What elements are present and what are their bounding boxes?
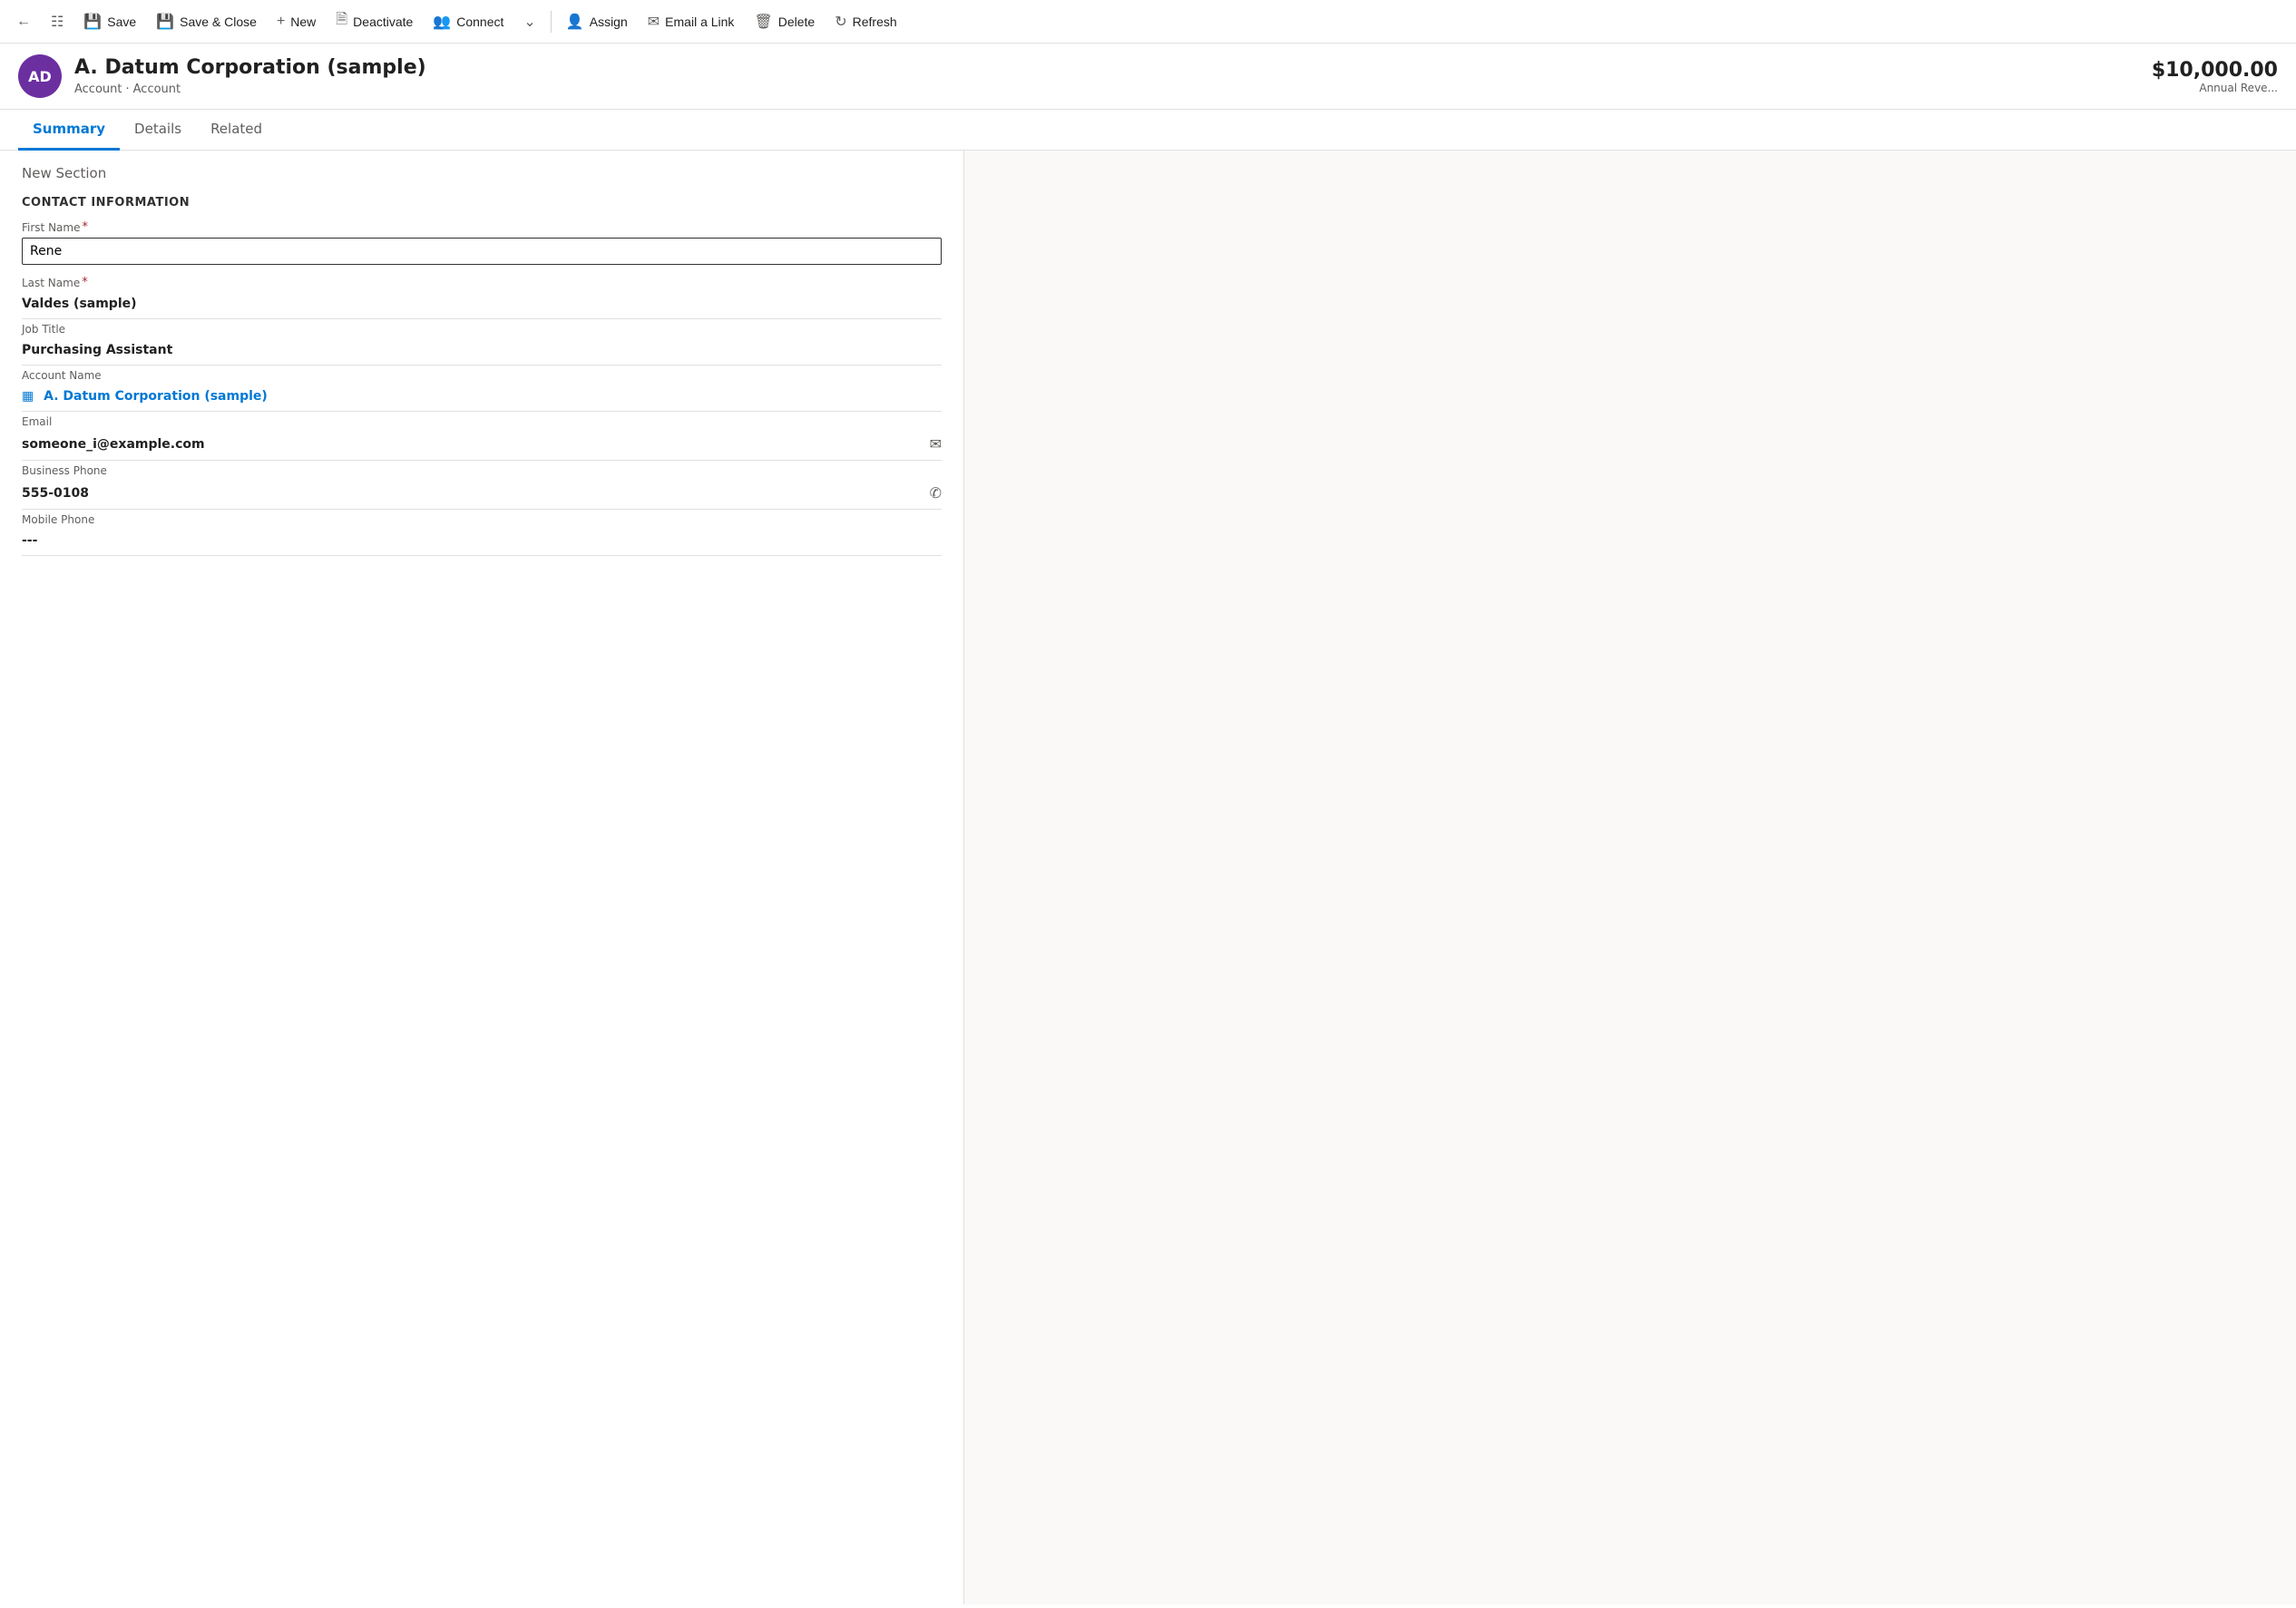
- save-label: Save: [107, 15, 136, 29]
- account-name-value[interactable]: ▦ A. Datum Corporation (sample): [22, 385, 942, 412]
- email-field: Email someone_i@example.com ✉: [0, 415, 963, 461]
- tabs-bar: Summary Details Related: [0, 110, 2296, 151]
- nav-icon-button[interactable]: ☷: [42, 7, 73, 36]
- first-name-input[interactable]: [22, 238, 942, 265]
- assign-icon: 👤: [566, 13, 584, 31]
- record-header-left: AD A. Datum Corporation (sample) Account…: [18, 54, 426, 98]
- account-link-icon: ▦: [22, 389, 34, 404]
- toolbar: ← ☷ 💾 Save 💾 Save & Close + New 🗎 Deacti…: [0, 0, 2296, 44]
- last-name-value[interactable]: Valdes (sample): [22, 293, 942, 319]
- email-link-button[interactable]: ✉ Email a Link: [639, 7, 744, 36]
- contact-info-heading: CONTACT INFORMATION: [0, 189, 963, 220]
- email-value[interactable]: someone_i@example.com ✉: [22, 432, 942, 461]
- job-title-value[interactable]: Purchasing Assistant: [22, 339, 942, 365]
- mobile-phone-field: Mobile Phone ---: [0, 513, 963, 556]
- save-close-icon: 💾: [156, 13, 174, 31]
- toolbar-separator: [551, 11, 552, 33]
- new-icon: +: [277, 14, 285, 30]
- refresh-icon: ↻: [835, 13, 846, 31]
- tab-summary[interactable]: Summary: [18, 110, 120, 151]
- breadcrumb-account2[interactable]: Account: [133, 83, 181, 96]
- job-title-label: Job Title: [22, 323, 942, 336]
- refresh-button[interactable]: ↻ Refresh: [826, 7, 905, 36]
- more-button[interactable]: ⌄: [514, 7, 544, 36]
- deactivate-label: Deactivate: [353, 15, 413, 29]
- last-name-field: Last Name * Valdes (sample): [0, 276, 963, 319]
- save-close-button[interactable]: 💾 Save & Close: [147, 7, 266, 36]
- avatar: AD: [18, 54, 62, 98]
- mobile-phone-value[interactable]: ---: [22, 530, 942, 556]
- left-panel: New Section CONTACT INFORMATION First Na…: [0, 151, 964, 1604]
- record-title: A. Datum Corporation (sample): [74, 56, 426, 80]
- annual-revenue-value: $10,000.00: [2152, 59, 2278, 82]
- phone-icon[interactable]: ✆: [930, 484, 942, 502]
- back-icon: ←: [16, 14, 31, 30]
- deactivate-button[interactable]: 🗎 Deactivate: [327, 4, 422, 39]
- delete-icon: 🗑: [754, 13, 772, 31]
- last-name-required: *: [82, 276, 88, 289]
- business-phone-value[interactable]: 555-0108 ✆: [22, 481, 942, 510]
- record-subtitle: Account · Account: [74, 83, 426, 96]
- nav-icon: ☷: [51, 13, 64, 31]
- assign-label: Assign: [590, 15, 628, 29]
- save-close-label: Save & Close: [180, 15, 257, 29]
- back-button[interactable]: ←: [7, 8, 40, 35]
- email-icon: ✉: [648, 13, 659, 31]
- save-icon: 💾: [83, 13, 102, 31]
- tab-details[interactable]: Details: [120, 110, 196, 151]
- connect-icon: 👥: [433, 13, 451, 31]
- email-label: Email: [22, 415, 942, 428]
- record-header-right: $10,000.00 Annual Reve...: [2152, 59, 2278, 94]
- connect-label: Connect: [456, 15, 503, 29]
- new-label: New: [290, 15, 316, 29]
- breadcrumb-account1: Account: [74, 83, 122, 96]
- deactivate-icon: 🗎: [336, 9, 347, 34]
- annual-revenue-label: Annual Reve...: [2152, 82, 2278, 94]
- connect-button[interactable]: 👥 Connect: [424, 7, 513, 36]
- last-name-label: Last Name *: [22, 276, 942, 289]
- business-phone-label: Business Phone: [22, 464, 942, 477]
- main-content: New Section CONTACT INFORMATION First Na…: [0, 151, 2296, 1604]
- first-name-required: *: [82, 220, 88, 234]
- right-panel: [964, 151, 2296, 1604]
- first-name-field: First Name *: [0, 220, 963, 272]
- mobile-phone-label: Mobile Phone: [22, 513, 942, 526]
- new-button[interactable]: + New: [268, 8, 325, 35]
- refresh-label: Refresh: [853, 15, 897, 29]
- save-button[interactable]: 💾 Save: [74, 7, 145, 36]
- chevron-down-icon: ⌄: [523, 13, 535, 31]
- record-header: AD A. Datum Corporation (sample) Account…: [0, 44, 2296, 110]
- job-title-field: Job Title Purchasing Assistant: [0, 323, 963, 365]
- account-name-label: Account Name: [22, 369, 942, 382]
- business-phone-field: Business Phone 555-0108 ✆: [0, 464, 963, 510]
- tab-related[interactable]: Related: [196, 110, 277, 151]
- email-link-label: Email a Link: [665, 15, 734, 29]
- assign-button[interactable]: 👤 Assign: [557, 7, 637, 36]
- new-section-title: New Section: [0, 151, 963, 189]
- first-name-label: First Name *: [22, 220, 942, 234]
- account-name-field: Account Name ▦ A. Datum Corporation (sam…: [0, 369, 963, 412]
- delete-label: Delete: [778, 15, 815, 29]
- breadcrumb-separator: ·: [126, 83, 130, 96]
- record-info: A. Datum Corporation (sample) Account · …: [74, 56, 426, 95]
- delete-button[interactable]: 🗑 Delete: [745, 7, 824, 36]
- email-action-icon[interactable]: ✉: [930, 435, 942, 453]
